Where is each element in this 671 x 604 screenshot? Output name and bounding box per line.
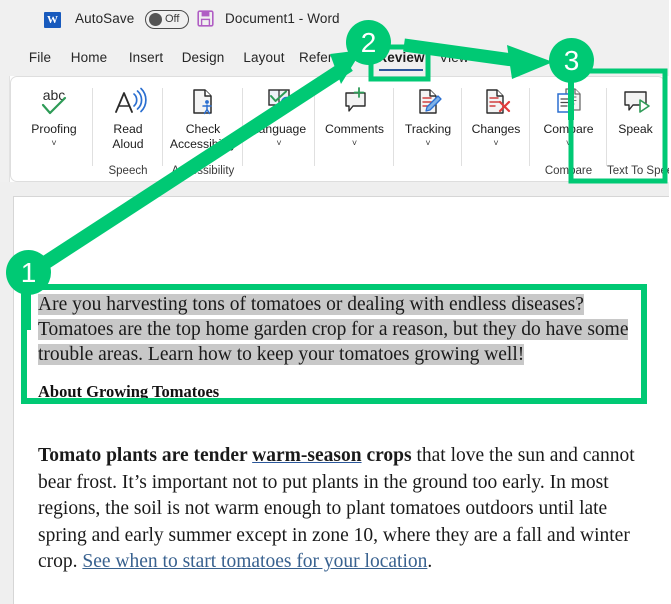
autosave-label: AutoSave [75, 11, 135, 26]
word-application-window: W AutoSave Off Document1 - Word File Hom… [0, 0, 671, 604]
title-bar: W AutoSave Off Document1 - Word [0, 0, 671, 38]
tab-review-active-underline [379, 68, 423, 71]
body-bold-underlined: warm-season [252, 445, 362, 466]
check-accessibility-button[interactable]: Check Accessibility ˅ [163, 84, 243, 162]
autosave-toggle-knob [148, 13, 162, 27]
section-heading: About Growing Tomatoes [38, 382, 220, 401]
check-accessibility-label: Check Accessibility [169, 122, 237, 151]
tracking-button[interactable]: Tracking ˅ [394, 84, 462, 147]
ribbon-group-proofing: abc Proofing ˅ [15, 80, 93, 180]
ribbon: abc Proofing ˅ Read Aloud Speech Check A… [10, 76, 671, 182]
annotation-badge-3: 3 [549, 38, 594, 83]
group-label-accessibility: Accessibility [171, 165, 235, 177]
tab-design-label: Design [181, 49, 225, 65]
ribbon-group-changes: Changes ˅ [462, 80, 530, 180]
tab-view-label: View [439, 49, 469, 65]
tab-layout[interactable]: Layout [236, 38, 292, 76]
word-logo-icon: W [44, 12, 61, 28]
language-button[interactable]: Language ˅ [243, 84, 315, 147]
chevron-down-icon[interactable]: ˅ [51, 138, 56, 147]
tab-home-label: Home [70, 49, 108, 65]
reject-changes-icon [476, 84, 516, 118]
language-label: Language [251, 122, 307, 136]
speak-icon [616, 84, 656, 118]
language-globe-icon [259, 84, 299, 118]
tab-file-label: File [28, 49, 52, 65]
compare-documents-icon [549, 84, 589, 118]
group-label-text-to-speech: Text To Speech [607, 165, 671, 177]
chevron-down-icon[interactable]: ˅ [425, 138, 430, 147]
annotation-badge-2: 2 [346, 20, 391, 65]
tab-insert-label: Insert [128, 49, 164, 65]
group-label-compare: Compare [544, 165, 593, 177]
comments-button[interactable]: Comments ˅ [315, 84, 394, 147]
autosave-state-label: Off [165, 13, 180, 25]
tab-layout-label: Layout [243, 49, 285, 65]
proofing-label: Proofing [31, 122, 77, 136]
chevron-down-icon[interactable]: ˅ [352, 138, 357, 147]
group-label-speech: Speech [108, 165, 148, 177]
comments-label: Comments [325, 122, 384, 136]
changes-label: Changes [471, 122, 521, 136]
body-bold-tail: crops [361, 445, 412, 466]
speak-label: Speak [618, 122, 653, 136]
chevron-down-icon[interactable]: ˅ [276, 138, 281, 147]
compare-button[interactable]: Compare ˅ [530, 84, 607, 147]
intro-paragraph[interactable]: Are you harvesting tons of tomatoes or d… [38, 292, 630, 367]
tab-view[interactable]: View [432, 38, 476, 76]
document-title: Document1 - Word [225, 11, 340, 26]
ribbon-group-speech: Read Aloud Speech [93, 80, 163, 180]
ribbon-group-text-to-speech: Speak Text To Speech [607, 80, 671, 180]
spelling-abc-check-icon: abc [34, 84, 74, 118]
chevron-down-icon[interactable]: ˅ [200, 153, 205, 162]
read-aloud-icon [108, 84, 148, 118]
check-accessibility-icon [183, 84, 223, 118]
tab-file[interactable]: File [18, 38, 62, 76]
ribbon-group-compare: Compare ˅ Compare [530, 80, 607, 180]
autosave-toggle[interactable]: Off [145, 10, 189, 29]
chevron-down-icon[interactable]: ˅ [566, 138, 571, 147]
track-changes-icon [408, 84, 448, 118]
body-hyperlink[interactable]: See when to start tomatoes for your loca… [82, 551, 427, 572]
read-aloud-label: Read Aloud [112, 122, 144, 151]
body-paragraph[interactable]: Tomato plants are tender warm-season cro… [38, 443, 656, 576]
changes-button[interactable]: Changes ˅ [462, 84, 530, 147]
annotation-badge-1: 1 [6, 250, 51, 295]
tab-design[interactable]: Design [175, 38, 231, 76]
tab-home[interactable]: Home [62, 38, 116, 76]
speak-button[interactable]: Speak [607, 84, 664, 137]
read-aloud-button[interactable]: Read Aloud [95, 84, 161, 151]
ribbon-group-tracking: Tracking ˅ [394, 80, 462, 180]
compare-label: Compare [543, 122, 594, 136]
ribbon-group-language: Language ˅ [243, 80, 315, 180]
intro-paragraph-selection: Are you harvesting tons of tomatoes or d… [38, 294, 629, 365]
new-comment-icon [335, 84, 375, 118]
tracking-label: Tracking [404, 122, 452, 136]
save-icon[interactable] [197, 10, 214, 27]
ribbon-group-accessibility: Check Accessibility ˅ Accessibility [163, 80, 243, 180]
body-text-2: . [427, 551, 433, 572]
body-bold-lead: Tomato plants are tender [38, 445, 253, 466]
ribbon-group-comments: Comments ˅ [315, 80, 394, 180]
proofing-button[interactable]: abc Proofing ˅ [19, 84, 89, 147]
chevron-down-icon[interactable]: ˅ [493, 138, 498, 147]
tab-insert[interactable]: Insert [120, 38, 172, 76]
